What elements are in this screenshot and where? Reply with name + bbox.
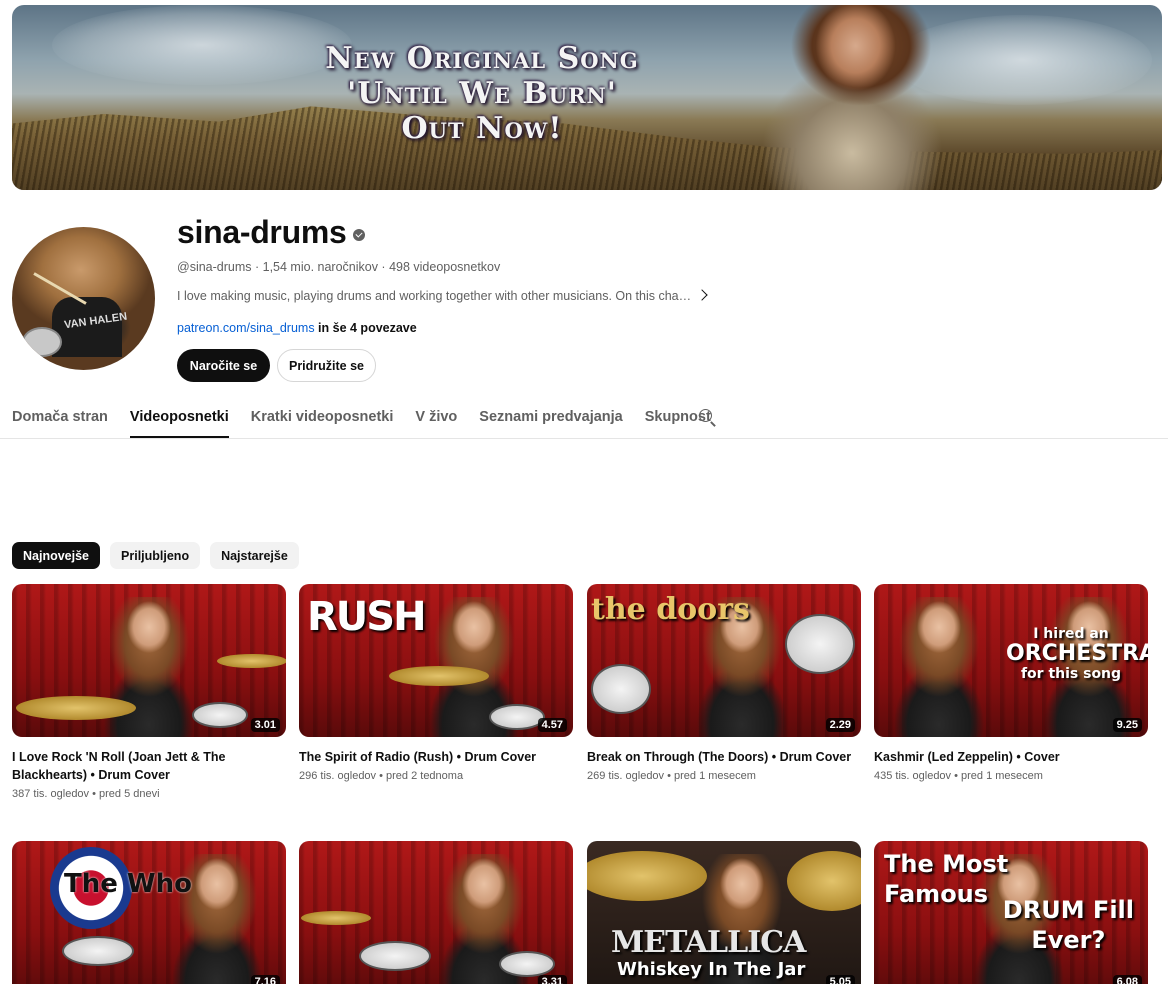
metallica-subtitle: Whiskey In The Jar (617, 959, 806, 980)
video-card[interactable]: I hired an ORCHESTRA for this song 9.25 … (874, 584, 1148, 782)
drum-fill-overlay: DRUM Fill Ever? (1003, 895, 1134, 955)
overlay-line: Ever? (1031, 926, 1106, 954)
video-duration: 9.25 (1112, 718, 1142, 732)
thumbnail-drum (785, 614, 855, 674)
join-button[interactable]: Pridružite se (277, 349, 376, 382)
video-duration: 4.57 (537, 718, 567, 732)
video-thumbnail[interactable]: RUSH 4.57 (299, 584, 573, 737)
search-icon[interactable] (699, 409, 712, 422)
overlay-line: for this song (1020, 666, 1122, 682)
channel-description[interactable]: I love making music, playing drums and w… (177, 289, 697, 303)
video-card[interactable]: The Most Famous DRUM Fill Ever? 6.08 (874, 841, 1148, 984)
overlay-line: DRUM Fill (1002, 896, 1134, 924)
thumbnail-cymbal (217, 654, 286, 668)
thumbnail-drummer (894, 597, 984, 737)
video-duration: 3.31 (537, 975, 567, 984)
video-thumbnail[interactable]: METALLICA Whiskey In The Jar 5.05 (587, 841, 861, 984)
who-logo-text: The Who (64, 869, 192, 899)
tabs-divider (0, 438, 1168, 439)
video-card[interactable]: 3.01 I Love Rock 'N Roll (Joan Jett & Th… (12, 584, 286, 800)
video-card[interactable]: METALLICA Whiskey In The Jar 5.05 (587, 841, 861, 984)
channel-name: sina-drums (177, 214, 365, 251)
chip-popular[interactable]: Priljubljeno (110, 542, 201, 569)
thumbnail-drum (192, 702, 248, 728)
video-card[interactable]: the doors 2.29 Break on Through (The Doo… (587, 584, 861, 782)
channel-tabs: Domača stran Videoposnetki Kratki videop… (12, 400, 733, 438)
thumbnail-cymbal (301, 911, 371, 925)
video-title[interactable]: Kashmir (Led Zeppelin) • Cover (874, 748, 1148, 766)
patreon-link[interactable]: patreon.com/sina_drums (177, 321, 315, 335)
overlay-line: ORCHESTRA (1006, 641, 1148, 666)
overlay-line: Famous (884, 880, 989, 908)
video-thumbnail[interactable]: 3.01 (12, 584, 286, 737)
thumbnail-drum (62, 936, 134, 966)
banner-line-1: New Original Song (325, 41, 639, 76)
thumbnail-cymbal (389, 666, 489, 686)
avatar-drum (22, 327, 62, 357)
thumbnail-drum (359, 941, 431, 971)
video-card[interactable]: 3.31 (299, 841, 573, 984)
video-thumbnail[interactable]: the doors 2.29 (587, 584, 861, 737)
video-thumbnail[interactable]: 3.31 (299, 841, 573, 984)
banner-line-2: 'Until We Burn' (347, 76, 617, 111)
orchestra-overlay: I hired an ORCHESTRA for this song (1006, 624, 1148, 684)
video-meta: 269 tis. ogledov • pred 1 mesecem (587, 770, 756, 782)
video-duration: 7.16 (250, 975, 280, 984)
video-meta: 387 tis. ogledov • pred 5 dnevi (12, 788, 160, 800)
thumbnail-cymbal (787, 851, 861, 911)
video-meta: 435 tis. ogledov • pred 1 mesecem (874, 770, 1043, 782)
overlay-line: The Most (884, 850, 1009, 878)
video-title[interactable]: Break on Through (The Doors) • Drum Cove… (587, 748, 861, 766)
tab-shorts[interactable]: Kratki videoposnetki (251, 400, 394, 438)
channel-name-text: sina-drums (177, 214, 347, 250)
banner-line-3: Out Now! (401, 111, 563, 146)
video-duration: 2.29 (825, 718, 855, 732)
video-duration: 5.05 (825, 975, 855, 984)
video-title[interactable]: The Spirit of Radio (Rush) • Drum Cover (299, 748, 573, 766)
rush-logo: RUSH (307, 594, 427, 640)
famous-overlay: The Most Famous (884, 849, 1008, 909)
thumbnail-drum (489, 704, 545, 730)
thumbnail-drum (591, 664, 651, 714)
thumbnail-drum (499, 951, 555, 977)
video-title[interactable]: I Love Rock 'N Roll (Joan Jett & The Bla… (12, 748, 286, 784)
banner-figure (762, 5, 942, 190)
chip-oldest[interactable]: Najstarejše (210, 542, 299, 569)
chip-latest[interactable]: Najnovejše (12, 542, 101, 569)
metallica-logo: METALLICA (611, 925, 806, 960)
tab-playlists[interactable]: Seznami predvajanja (479, 400, 622, 438)
verified-check-icon (352, 228, 365, 241)
channel-meta: @sina-drums · 1,54 mio. naročnikov · 498… (177, 260, 501, 274)
tab-home[interactable]: Domača stran (12, 400, 108, 438)
video-thumbnail[interactable]: The Who 7.16 (12, 841, 286, 984)
banner-title: New Original Song 'Until We Burn' Out No… (282, 41, 682, 146)
channel-banner: New Original Song 'Until We Burn' Out No… (12, 5, 1162, 190)
video-card[interactable]: RUSH 4.57 The Spirit of Radio (Rush) • D… (299, 584, 573, 782)
video-meta: 296 tis. ogledov • pred 2 tednoma (299, 770, 464, 782)
chevron-right-icon[interactable] (696, 289, 708, 301)
tab-live[interactable]: V živo (415, 400, 457, 438)
channel-links: patreon.com/sina_drums in še 4 povezave (177, 321, 417, 335)
video-duration: 3.01 (250, 718, 280, 732)
sort-chips: Najnovejše Priljubljeno Najstarejše (12, 542, 299, 569)
tab-videos[interactable]: Videoposnetki (129, 400, 229, 438)
more-links-text[interactable]: in še 4 povezave (315, 321, 417, 335)
channel-avatar[interactable]: VAN HALEN (12, 227, 155, 370)
video-thumbnail[interactable]: The Most Famous DRUM Fill Ever? 6.08 (874, 841, 1148, 984)
video-card[interactable]: The Who 7.16 (12, 841, 286, 984)
thumbnail-cymbal (16, 696, 136, 720)
video-thumbnail[interactable]: I hired an ORCHESTRA for this song 9.25 (874, 584, 1148, 737)
doors-logo: the doors (591, 592, 750, 627)
video-duration: 6.08 (1112, 975, 1142, 984)
subscribe-button[interactable]: Naročite se (177, 349, 270, 382)
thumbnail-cymbal (587, 851, 707, 901)
